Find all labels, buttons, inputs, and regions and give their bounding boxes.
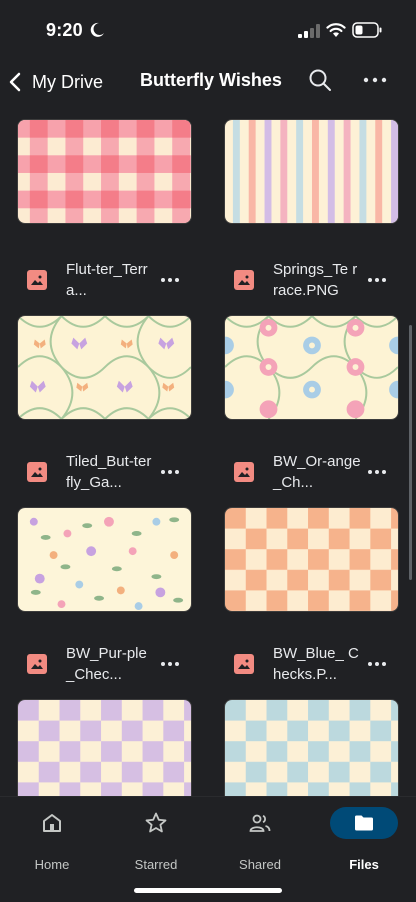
search-icon[interactable] bbox=[306, 66, 334, 94]
file-thumbnail[interactable] bbox=[17, 507, 192, 612]
chevron-left-icon bbox=[9, 72, 21, 92]
file-name: BW_Or-ange_Ch... bbox=[273, 453, 361, 491]
image-file-icon bbox=[234, 462, 254, 482]
image-file-icon bbox=[27, 654, 47, 674]
people-icon bbox=[249, 814, 271, 832]
nav-starred[interactable]: Starred bbox=[116, 807, 196, 872]
status-time: 9:20 bbox=[46, 20, 83, 40]
file-thumbnail[interactable] bbox=[17, 119, 192, 224]
star-icon bbox=[145, 812, 167, 833]
more-options-icon[interactable] bbox=[366, 270, 388, 290]
wifi-icon bbox=[326, 23, 346, 37]
more-options-icon[interactable] bbox=[159, 654, 181, 674]
file-thumbnail[interactable] bbox=[224, 119, 399, 224]
file-name: BW_Pur-ple_Chec... bbox=[66, 645, 147, 683]
file-name: Tiled_But-terfly_Ga... bbox=[66, 453, 152, 491]
file-header: Flut-ter_Terra... bbox=[17, 256, 207, 314]
image-file-icon bbox=[234, 270, 254, 290]
battery-icon bbox=[352, 22, 382, 38]
file-thumbnail[interactable] bbox=[17, 315, 192, 420]
image-file-icon bbox=[234, 654, 254, 674]
nav-shared-label: Shared bbox=[239, 857, 281, 872]
file-header: Springs_Te rrace.PNG bbox=[224, 256, 414, 314]
more-options-icon[interactable] bbox=[159, 270, 181, 290]
nav-starred-label: Starred bbox=[134, 857, 178, 872]
file-name: BW_Blue_ Checks.P... bbox=[273, 645, 359, 683]
nav-home-label: Home bbox=[34, 857, 70, 872]
file-thumbnail[interactable] bbox=[224, 507, 399, 612]
back-button[interactable]: My Drive bbox=[6, 66, 103, 98]
more-options-icon[interactable] bbox=[366, 654, 388, 674]
scrollbar[interactable] bbox=[409, 325, 412, 580]
more-options-icon[interactable] bbox=[362, 70, 388, 90]
file-grid-scroll[interactable]: Flut-ter_Terra... Springs_Te rrace.PNG T… bbox=[0, 104, 416, 796]
nav-files-label: Files bbox=[349, 857, 379, 872]
nav-files[interactable]: Files bbox=[328, 807, 408, 872]
file-thumbnail[interactable] bbox=[17, 699, 192, 796]
folder-icon bbox=[355, 815, 373, 831]
file-header: Tiled_But-terfly_Ga... bbox=[17, 448, 207, 506]
page-title: Butterfly Wishes bbox=[140, 70, 282, 90]
cellular-signal-icon bbox=[298, 24, 320, 38]
file-header: BW_Blue_ Checks.P... bbox=[224, 640, 414, 698]
home-icon bbox=[43, 814, 61, 832]
file-name: Springs_Te rrace.PNG bbox=[273, 261, 358, 299]
image-file-icon bbox=[27, 462, 47, 482]
nav-home[interactable]: Home bbox=[12, 807, 92, 872]
status-bar: 9:20 bbox=[0, 0, 416, 60]
file-thumbnail[interactable] bbox=[224, 699, 399, 796]
file-header: BW_Or-ange_Ch... bbox=[224, 448, 414, 506]
file-header: BW_Pur-ple_Chec... bbox=[17, 640, 207, 698]
bottom-navigation: Home Starred Shared Files bbox=[0, 796, 416, 902]
more-options-icon[interactable] bbox=[366, 462, 388, 482]
image-file-icon bbox=[27, 270, 47, 290]
more-options-icon[interactable] bbox=[159, 462, 181, 482]
nav-shared[interactable]: Shared bbox=[220, 807, 300, 872]
top-app-bar: My Drive Butterfly Wishes bbox=[0, 60, 416, 104]
back-label: My Drive bbox=[32, 71, 103, 92]
file-thumbnail[interactable] bbox=[224, 315, 399, 420]
home-indicator bbox=[134, 888, 282, 893]
file-name: Flut-ter_Terra... bbox=[66, 261, 148, 299]
moon-icon bbox=[90, 22, 104, 37]
